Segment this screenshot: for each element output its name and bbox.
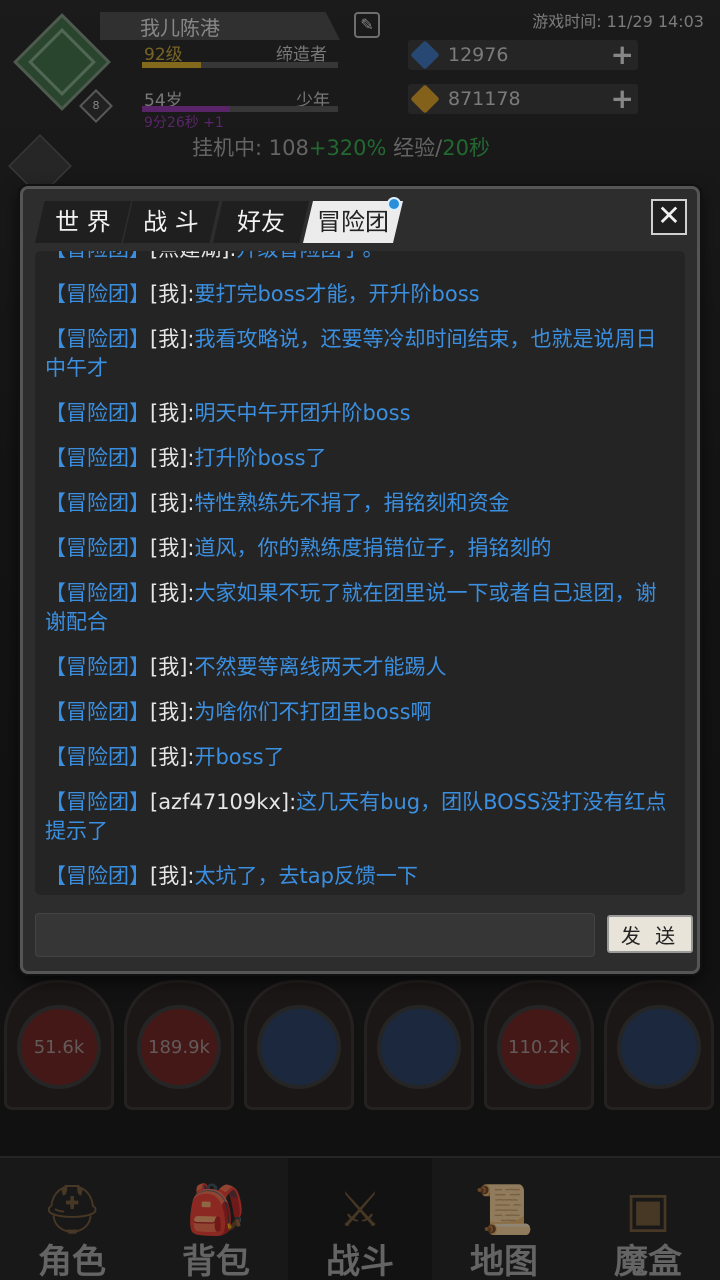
chat-message: 【冒险团】[我]:我看攻略说，还要等冷却时间结束，也就是说周日中午才 — [35, 325, 685, 383]
chat-message: 【冒险团】[我]:明天中午开团升阶boss — [35, 399, 685, 428]
message-channel: 【冒险团】 — [45, 700, 150, 724]
message-channel: 【冒险团】 — [45, 327, 150, 351]
message-text: 不然要等离线两天才能踢人 — [194, 655, 447, 679]
message-text: 道风，你的熟练度捐错位子，捐铭刻的 — [194, 536, 552, 560]
unread-dot-icon — [387, 197, 401, 211]
message-sender[interactable]: [我]: — [150, 446, 194, 470]
message-channel: 【冒险团】 — [45, 790, 150, 814]
message-text: 特性熟练先不捐了，捐铭刻和资金 — [194, 491, 510, 515]
chat-message: 【冒险团】[我]:不然要等离线两天才能踢人 — [35, 653, 685, 682]
message-sender[interactable]: [我]: — [150, 401, 194, 425]
message-text: 太坑了，去tap反馈一下 — [194, 864, 418, 888]
chat-message: 【冒险团】[我]:特性熟练先不捐了，捐铭刻和资金 — [35, 489, 685, 518]
message-sender[interactable]: [我]: — [150, 864, 194, 888]
chat-message: 【冒险团】[我]:大家如果不玩了就在团里说一下或者自己退团，谢谢配合 — [35, 579, 685, 637]
message-channel: 【冒险团】 — [45, 282, 150, 306]
message-channel: 【冒险团】 — [45, 864, 150, 888]
send-button[interactable]: 发 送 — [607, 915, 693, 953]
message-channel: 【冒险团】 — [45, 536, 150, 560]
close-button[interactable]: ✕ — [651, 199, 687, 235]
chat-message: 【冒险团】[我]:为啥你们不打团里boss啊 — [35, 698, 685, 727]
message-sender[interactable]: [我]: — [150, 581, 194, 605]
message-channel: 【冒险团】 — [45, 745, 150, 769]
message-channel: 【冒险团】 — [45, 251, 150, 261]
chat-dialog: 世 界 战 斗 好友 冒险团 ✕ 【冒险团】[点建湖]:升级冒险团了。【冒险团】… — [20, 186, 700, 974]
chat-message: 【冒险团】[我]:打升阶boss了 — [35, 444, 685, 473]
message-text: 明天中午开团升阶boss — [194, 401, 411, 425]
tab-battle[interactable]: 战 斗 — [123, 201, 219, 243]
message-channel: 【冒险团】 — [45, 401, 150, 425]
chat-message: 【冒险团】[我]:太坑了，去tap反馈一下 — [35, 862, 685, 891]
message-channel: 【冒险团】 — [45, 581, 150, 605]
message-text: 要打完boss才能，开升阶boss — [194, 282, 480, 306]
chat-message: 【冒险团】[我]:道风，你的熟练度捐错位子，捐铭刻的 — [35, 534, 685, 563]
message-sender[interactable]: [我]: — [150, 745, 194, 769]
message-text: 打升阶boss了 — [194, 446, 327, 470]
message-text: 为啥你们不打团里boss啊 — [194, 700, 432, 724]
message-text: 升级冒险团了。 — [236, 251, 383, 261]
message-sender[interactable]: [我]: — [150, 700, 194, 724]
message-channel: 【冒险团】 — [45, 655, 150, 679]
message-sender[interactable]: [点建湖]: — [150, 251, 236, 261]
message-sender[interactable]: [我]: — [150, 536, 194, 560]
chat-input[interactable] — [35, 913, 595, 957]
chat-message: 【冒险团】[我]:开boss了 — [35, 743, 685, 772]
message-sender[interactable]: [我]: — [150, 655, 194, 679]
chat-message: 【冒险团】[点建湖]:升级冒险团了。 — [35, 251, 685, 264]
message-channel: 【冒险团】 — [45, 491, 150, 515]
message-channel: 【冒险团】 — [45, 446, 150, 470]
message-sender[interactable]: [我]: — [150, 491, 194, 515]
message-sender[interactable]: [我]: — [150, 282, 194, 306]
tab-friends[interactable]: 好友 — [213, 201, 309, 243]
message-list[interactable]: 【冒险团】[点建湖]:升级冒险团了。【冒险团】[我]:要打完boss才能，开升阶… — [35, 251, 685, 895]
message-sender[interactable]: [azf47109kx]: — [150, 790, 296, 814]
message-text: 开boss了 — [194, 745, 285, 769]
tab-world[interactable]: 世 界 — [35, 201, 131, 243]
message-sender[interactable]: [我]: — [150, 327, 194, 351]
chat-message: 【冒险团】[我]:要打完boss才能，开升阶boss — [35, 280, 685, 309]
chat-message: 【冒险团】[azf47109kx]:这几天有bug，团队BOSS没打没有红点提示… — [35, 788, 685, 846]
